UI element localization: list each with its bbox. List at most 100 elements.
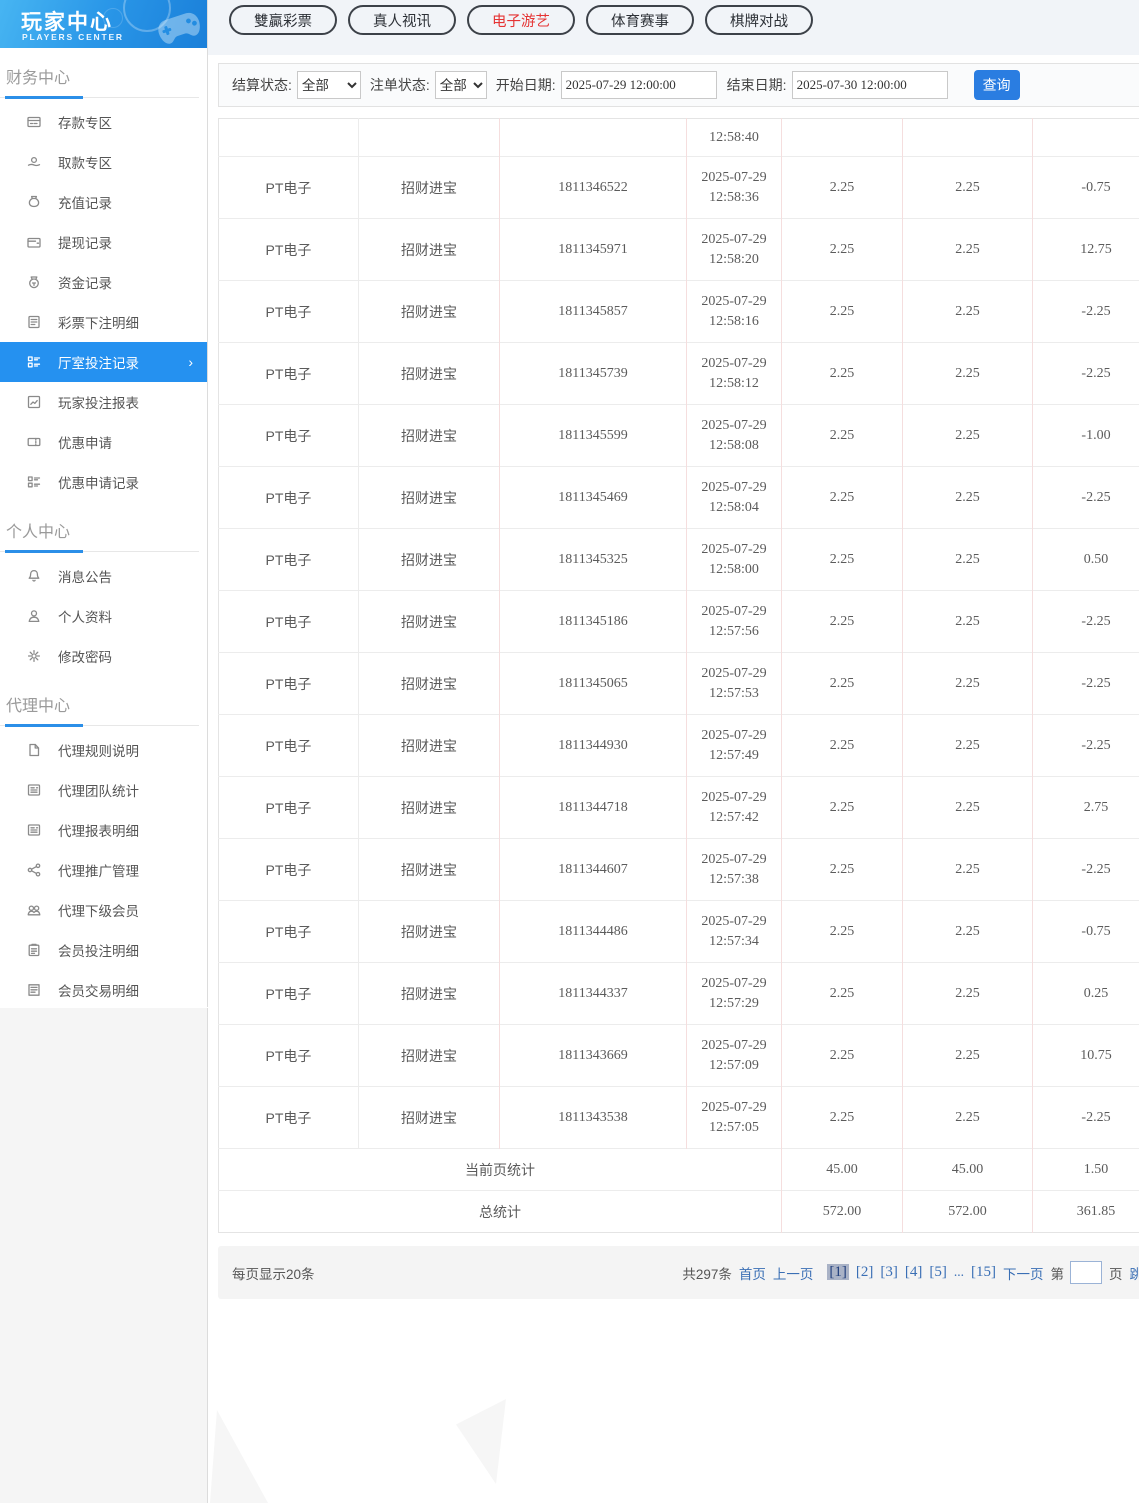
cell-winloss: -2.25: [1032, 838, 1139, 901]
sidebar-item-member-bet-detail[interactable]: 会员投注明细: [0, 930, 207, 970]
sidebar-item-label: 会员交易明细: [58, 984, 139, 999]
cell-date: 2025-07-29 12:57:42: [686, 776, 782, 839]
query-button[interactable]: 查询: [973, 70, 1020, 100]
sidebar-item-agent-team-stats[interactable]: 代理团队统计: [0, 770, 207, 810]
sidebar-sections: 财务中心 存款专区 取款专区 充值记录 提现记录 资金记录 彩票下注明细 厅室投注记录 › 玩家投…: [0, 48, 207, 1010]
cell-bet: 2.25: [781, 218, 903, 281]
page-link[interactable]: [4]: [905, 1264, 923, 1280]
bet-table-body: 12:58:40 PT电子 招财进宝 1811346522 2025-07-29 12:5…: [218, 118, 1139, 1233]
cell-game: 招财进宝: [358, 218, 500, 281]
cell-winloss: -2.25: [1032, 590, 1139, 653]
sidebar-item-agent-promo-manage[interactable]: 代理推广管理: [0, 850, 207, 890]
order-status-select[interactable]: 全部: [434, 71, 487, 99]
sidebar-item-label: 优惠申请: [58, 436, 112, 451]
table-row: PT电子 招财进宝 1811345739 2025-07-29 12:58:12 2.25…: [218, 342, 1139, 405]
sidebar-item-funds-record[interactable]: 资金记录: [0, 262, 207, 302]
start-date-input[interactable]: [560, 71, 717, 99]
cell-date: 12:58:40: [686, 118, 782, 157]
bell-icon: [25, 568, 42, 585]
jump-go-link[interactable]: 跳: [1130, 1263, 1139, 1283]
page-link[interactable]: [3]: [880, 1264, 898, 1280]
sidebar-item-lottery-bet-detail[interactable]: 彩票下注明细: [0, 302, 207, 342]
cell-date: 2025-07-29 12:57:53: [686, 652, 782, 715]
cell-valid: 2.25: [902, 714, 1033, 777]
cell-game: 招财进宝: [358, 528, 500, 591]
cell-bet: 2.25: [781, 342, 903, 405]
cell-date: 2025-07-29 12:57:29: [686, 962, 782, 1025]
settle-status-label: 结算状态:: [232, 77, 292, 93]
sidebar-item-hall-bet-record[interactable]: 厅室投注记录 ›: [0, 342, 207, 382]
cell-bet: 2.25: [781, 714, 903, 777]
sidebar-item-withdraw-zone[interactable]: 取款专区: [0, 142, 207, 182]
jump-page-input[interactable]: [1070, 1261, 1102, 1284]
settle-status-select[interactable]: 全部: [296, 71, 361, 99]
sidebar-item-withdraw-record[interactable]: 提现记录: [0, 222, 207, 262]
nav-tab-sports[interactable]: 体育赛事: [586, 5, 694, 35]
prev-page-link[interactable]: 上一页: [773, 1263, 814, 1283]
sidebar-item-member-trade-detail[interactable]: 会员交易明细: [0, 970, 207, 1010]
sidebar-item-player-bet-report[interactable]: 玩家投注报表: [0, 382, 207, 422]
cell-bet: 2.25: [781, 838, 903, 901]
page-link[interactable]: [5]: [929, 1264, 947, 1280]
sidebar-item-recharge-record[interactable]: 充值记录: [0, 182, 207, 222]
sidebar-item-promo-apply-record[interactable]: 优惠申请记录: [0, 462, 207, 502]
end-date-label: 结束日期:: [726, 77, 787, 93]
first-page-link[interactable]: 首页: [739, 1263, 766, 1283]
sidebar-item-profile[interactable]: 个人资料: [0, 596, 207, 636]
next-page-link[interactable]: 下一页: [1003, 1263, 1044, 1283]
cell-bet: 2.25: [781, 528, 903, 591]
summary-value-0: 572.00: [781, 1190, 903, 1233]
cell-bet: 2.25: [781, 900, 903, 963]
section-divider: [0, 550, 199, 553]
logo-banner: 玩家中心 PLAYERS CENTER: [0, 0, 207, 48]
cell-winloss: [1032, 118, 1139, 157]
per-page-label: 每页显示20条: [232, 1266, 315, 1282]
sidebar-item-change-password[interactable]: 修改密码: [0, 636, 207, 676]
sidebar-item-label: 修改密码: [58, 650, 112, 665]
cell-bet-id: 1811345599: [499, 404, 687, 467]
sidebar-item-message-notice[interactable]: 消息公告: [0, 556, 207, 596]
table-row: PT电子 招财进宝 1811344337 2025-07-29 12:57:29 2.25…: [218, 962, 1139, 1025]
summary-value-1: 572.00: [902, 1190, 1033, 1233]
table-row: PT电子 招财进宝 1811345325 2025-07-29 12:58:00 2.25…: [218, 528, 1139, 591]
sidebar-item-agent-sub-members[interactable]: 代理下级会员: [0, 890, 207, 930]
sidebar-item-agent-report-detail[interactable]: 代理报表明细: [0, 810, 207, 850]
ticket-icon: [25, 434, 42, 451]
total-count-label: 共297条: [682, 1266, 732, 1282]
cell-platform: PT电子: [218, 590, 359, 653]
page-link[interactable]: [15]: [971, 1264, 996, 1280]
nav-tab-board-games[interactable]: 棋牌对战: [705, 5, 813, 35]
table-row: PT电子 招财进宝 1811344718 2025-07-29 12:57:42 2.25…: [218, 776, 1139, 839]
cell-date: 2025-07-29 12:57:49: [686, 714, 782, 777]
cell-bet-id: [499, 118, 687, 157]
cell-valid: 2.25: [902, 1024, 1033, 1087]
cell-valid: 2.25: [902, 900, 1033, 963]
nav-tab-lottery[interactable]: 雙贏彩票: [229, 5, 337, 35]
table-row: PT电子 招财进宝 1811344930 2025-07-29 12:57:49 2.25…: [218, 714, 1139, 777]
gear-icon: [25, 648, 42, 665]
cell-valid: 2.25: [902, 466, 1033, 529]
cell-platform: PT电子: [218, 776, 359, 839]
file-icon: [25, 742, 42, 759]
cell-platform: PT电子: [218, 1024, 359, 1087]
nav-tab-live-video[interactable]: 真人视讯: [348, 5, 456, 35]
end-date-input[interactable]: [791, 71, 948, 99]
org-list-icon: [25, 474, 42, 491]
sidebar-item-promo-apply[interactable]: 优惠申请: [0, 422, 207, 462]
cell-bet: 2.25: [781, 156, 903, 219]
share-icon: [25, 862, 42, 879]
sidebar-item-deposit-zone[interactable]: 存款专区: [0, 102, 207, 142]
page-link-current[interactable]: [1]: [827, 1264, 849, 1280]
cell-platform: PT电子: [218, 466, 359, 529]
cell-valid: 2.25: [902, 776, 1033, 839]
cell-platform: PT电子: [218, 156, 359, 219]
nav-tab-e-games[interactable]: 电子游艺: [467, 5, 575, 35]
cell-bet-id: 1811345065: [499, 652, 687, 715]
page-number-links: [1] [2] [3] [4] [5]... [15]: [820, 1264, 996, 1281]
page-link[interactable]: [2]: [856, 1264, 874, 1280]
sidebar-item-agent-rules[interactable]: 代理规则说明: [0, 730, 207, 770]
table-row-partial: 12:58:40: [219, 118, 1139, 157]
pagination-controls: 共297条 首页 上一页 [1] [2] [3] [4] [5]... [15] 下一页 …: [675, 1261, 1139, 1284]
sidebar-item-label: 会员投注明细: [58, 944, 139, 959]
cell-winloss: -2.25: [1032, 714, 1139, 777]
